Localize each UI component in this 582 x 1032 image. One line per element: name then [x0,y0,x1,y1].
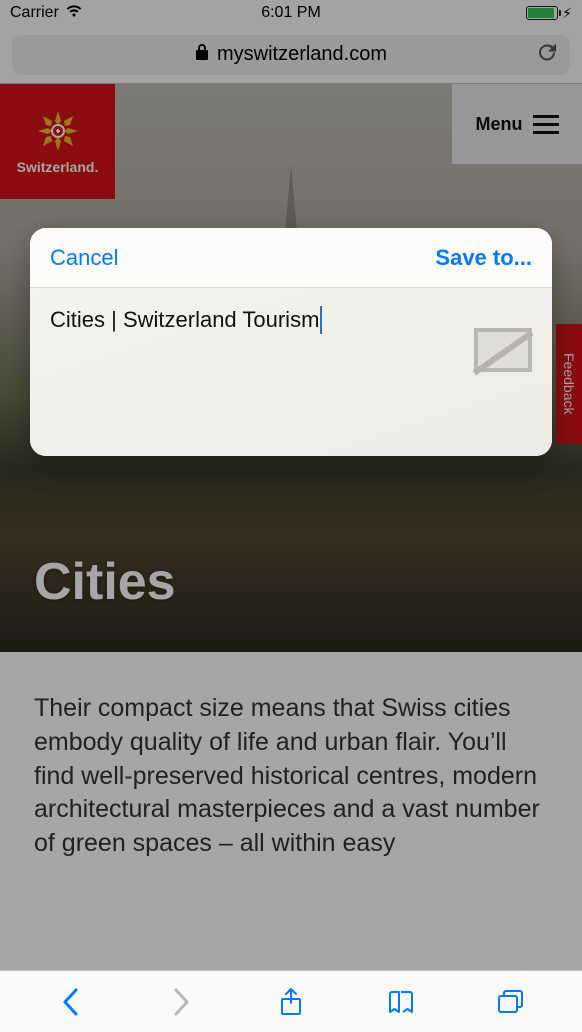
title-input-value: Cities | Switzerland Tourism [50,307,319,333]
browser-toolbar [0,970,582,1032]
text-caret [320,306,322,334]
cancel-button[interactable]: Cancel [50,245,118,271]
back-button[interactable] [55,986,87,1018]
bookmarks-button[interactable] [385,986,417,1018]
modal-backdrop[interactable] [0,0,582,1032]
title-input[interactable]: Cities | Switzerland Tourism [50,306,532,334]
save-to-modal: Cancel Save to... Cities | Switzerland T… [30,228,552,456]
modal-header: Cancel Save to... [30,228,552,288]
share-button[interactable] [275,986,307,1018]
modal-body: Cities | Switzerland Tourism [30,288,552,456]
tabs-button[interactable] [495,986,527,1018]
thumbnail-placeholder [474,328,532,372]
forward-button[interactable] [165,986,197,1018]
save-to-button[interactable]: Save to... [435,245,532,271]
